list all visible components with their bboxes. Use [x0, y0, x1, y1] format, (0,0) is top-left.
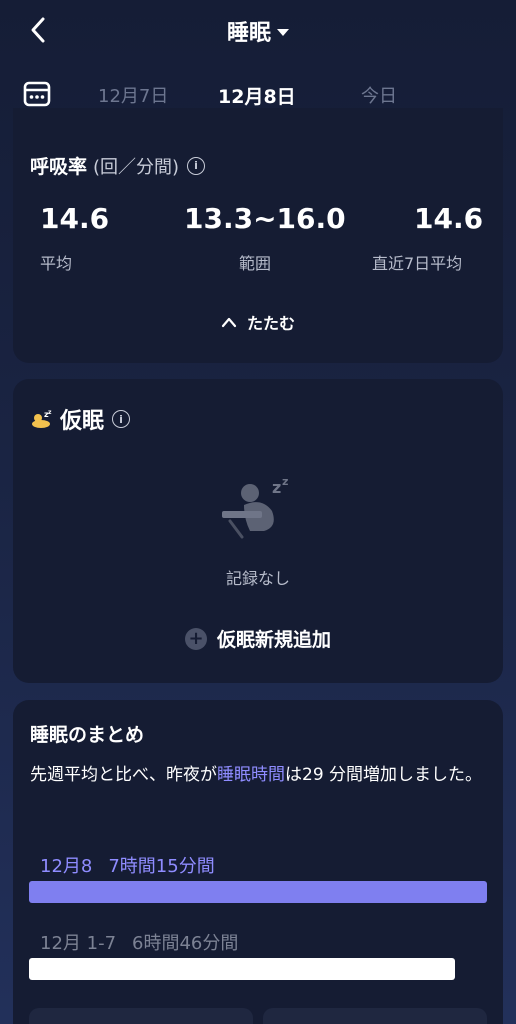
nap-card: z z 仮眠 i z z 記録なし + 仮眠新規追加 — [13, 379, 503, 683]
stat-range-value: 13.3~16.0 — [184, 202, 346, 235]
summary-text-after: は29 分間増加しました。 — [285, 765, 483, 785]
info-icon[interactable]: i — [187, 156, 206, 175]
summary-text-highlight[interactable]: 睡眠時間 — [217, 765, 285, 785]
summary-tile-left[interactable] — [29, 1008, 253, 1024]
add-nap-button[interactable]: + 仮眠新規追加 — [13, 625, 503, 652]
tab-date-prev[interactable]: 12月7日 — [98, 82, 168, 108]
bar-label-prev-week: 12月 1-7 6時間46分間 — [40, 929, 238, 955]
nap-title-text: 仮眠 — [60, 409, 105, 434]
title-dropdown[interactable]: 睡眠 — [0, 14, 516, 48]
bar-date-last-night: 12月8 — [40, 856, 93, 877]
summary-text: 先週平均と比べ、昨夜が睡眠時間は29 分間増加しました。 — [30, 760, 490, 790]
svg-text:z: z — [272, 478, 281, 497]
respiration-title: 呼吸率 (回／分間) i — [30, 152, 206, 179]
calendar-icon — [23, 81, 51, 107]
nap-title: z z 仮眠 i — [30, 403, 131, 435]
info-icon[interactable]: i — [112, 410, 131, 428]
calendar-button[interactable] — [22, 78, 52, 108]
add-nap-label: 仮眠新規追加 — [216, 629, 331, 651]
page-title: 睡眠 — [226, 21, 271, 46]
respiration-title-text: 呼吸率 — [30, 156, 88, 178]
svg-text:z: z — [48, 409, 52, 416]
bar-label-last-night: 12月8 7時間15分間 — [40, 852, 215, 878]
tab-date-current[interactable]: 12月8日 — [218, 82, 296, 109]
summary-text-before: 先週平均と比べ、昨夜が — [30, 765, 217, 785]
caret-down-icon — [277, 28, 289, 36]
top-bar: 睡眠 — [0, 0, 516, 62]
respiration-unit: (回／分間) — [93, 156, 180, 178]
bar-duration-last-night: 7時間15分間 — [108, 856, 215, 877]
nap-icon: z z — [32, 409, 52, 428]
stat-average-label: 平均 — [40, 254, 73, 273]
collapse-label: たたむ — [246, 314, 295, 333]
bar-last-night — [29, 881, 487, 903]
sleep-summary-card: 睡眠のまとめ 先週平均と比べ、昨夜が睡眠時間は29 分間増加しました。 12月8… — [13, 700, 503, 1024]
summary-title: 睡眠のまとめ — [30, 724, 145, 746]
nap-empty-text: 記録なし — [225, 569, 290, 588]
plus-circle-icon: + — [184, 627, 207, 650]
chevron-up-icon — [221, 317, 237, 328]
tab-date-today[interactable]: 今日 — [361, 82, 397, 108]
sleeping-person-icon: z z — [222, 475, 288, 539]
stat-average-value: 14.6 — [40, 202, 110, 235]
stat-7day-value: 14.6 — [414, 202, 484, 235]
stat-7day-label: 直近7日平均 — [372, 254, 463, 273]
summary-tile-right[interactable] — [263, 1008, 487, 1024]
bar-prev-week — [29, 958, 455, 980]
bar-duration-prev-week: 6時間46分間 — [132, 933, 239, 954]
respiration-card: 呼吸率 (回／分間) i 14.6 平均 13.3~16.0 範囲 14.6 直… — [13, 108, 503, 363]
svg-text:z: z — [282, 475, 288, 488]
stat-range-label: 範囲 — [239, 254, 272, 273]
bar-date-prev-week: 12月 1-7 — [40, 933, 117, 954]
collapse-button[interactable]: たたむ — [13, 310, 503, 334]
